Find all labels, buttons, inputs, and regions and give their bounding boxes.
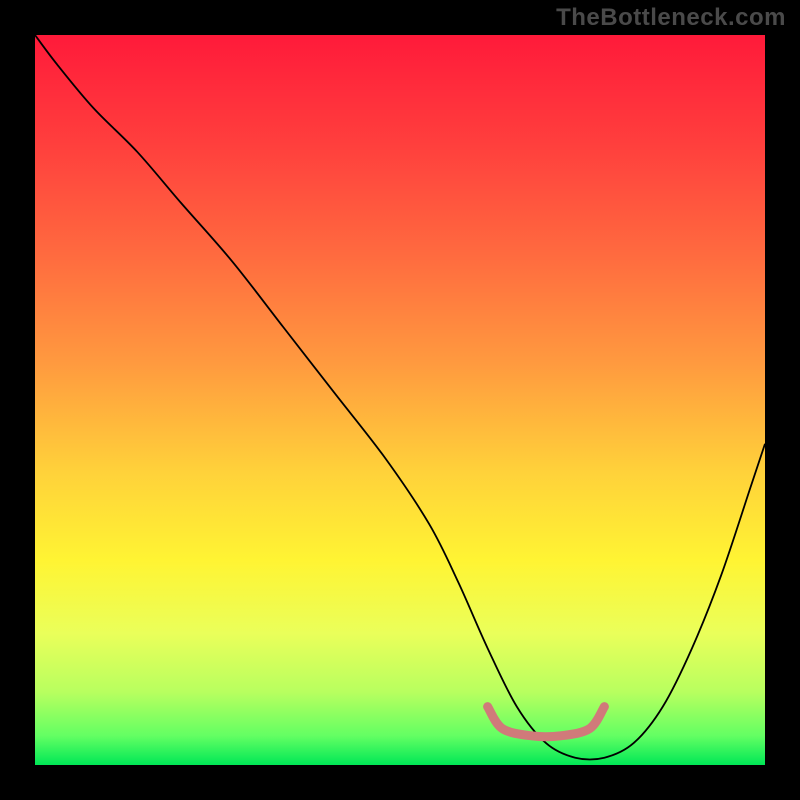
chart-svg — [35, 35, 765, 765]
watermark-text: TheBottleneck.com — [556, 4, 786, 32]
chart-frame: TheBottleneck.com — [0, 0, 800, 800]
gradient-background — [35, 35, 765, 765]
plot-area — [35, 35, 765, 765]
